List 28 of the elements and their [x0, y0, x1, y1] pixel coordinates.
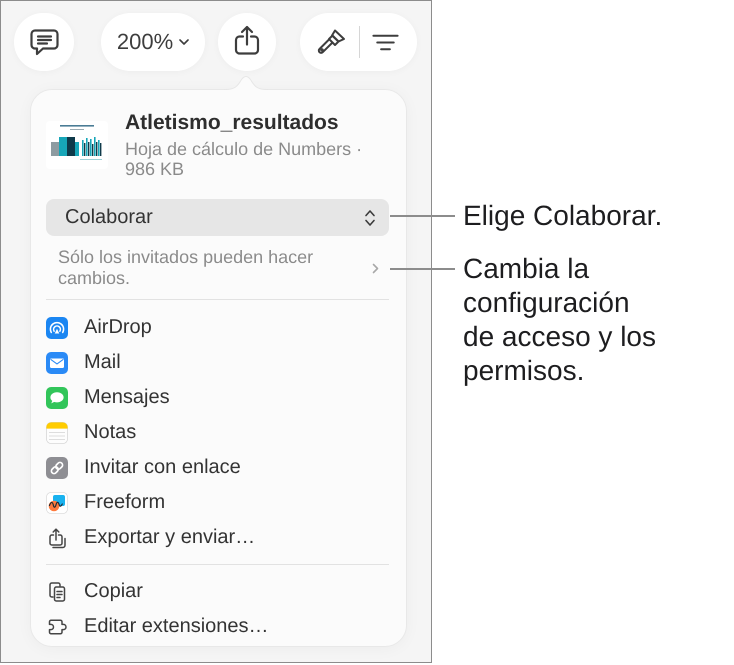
speech-bubble-icon: [46, 386, 68, 408]
menu-item[interactable]: Editar extensiones…: [46, 609, 389, 644]
comment-icon: [30, 28, 58, 56]
share-option[interactable]: AirDrop: [46, 310, 389, 345]
callout-text: Elige Colaborar.: [463, 199, 664, 233]
chevron-right-icon: [372, 262, 379, 274]
share-option[interactable]: Mail: [46, 345, 389, 380]
collaborate-dropdown[interactable]: Colaborar: [46, 199, 389, 236]
share-option[interactable]: Invitar con enlace: [46, 450, 389, 485]
envelope-icon: [46, 352, 68, 374]
link-icon: [46, 456, 68, 478]
chevron-down-icon: [179, 39, 190, 45]
filter-icon[interactable]: [372, 34, 399, 50]
squiggle-board-icon: [46, 492, 68, 514]
share-option[interactable]: Mensajes: [46, 380, 389, 415]
up-down-chevron-icon: [364, 208, 376, 226]
share-icon: [234, 25, 260, 55]
paintbrush-icon[interactable]: [316, 29, 346, 55]
zoom-menu-button[interactable]: 200%: [101, 13, 205, 71]
document-title: Atletismo_resultados: [125, 110, 339, 136]
share-option[interactable]: Notas: [46, 415, 389, 450]
document-details: Hoja de cálculo de Numbers · 986 KB: [125, 139, 364, 179]
signal-rings-icon: [46, 316, 68, 338]
share-option[interactable]: Freeform: [46, 485, 389, 520]
share-option[interactable]: Exportar y enviar…: [46, 520, 389, 555]
notepad-icon: [46, 422, 68, 444]
callout-text: Cambia la configuración de acceso y los permisos.: [463, 252, 657, 388]
menu-item[interactable]: Copiar: [46, 574, 389, 609]
